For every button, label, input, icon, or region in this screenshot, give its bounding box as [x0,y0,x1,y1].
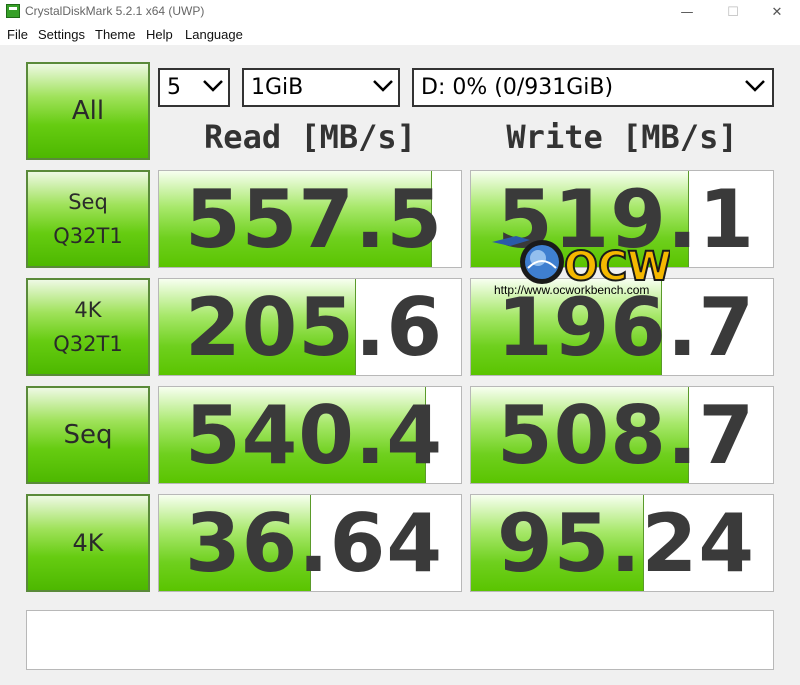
test-button-4k-q32t1[interactable]: 4K Q32T1 [26,278,150,376]
read-result-seq-q32t1: 557.5 [158,170,462,268]
comment-field[interactable] [26,610,774,670]
size-select-value: 1GiB [251,75,304,100]
read-value: 540.4 [184,389,443,482]
all-button-label: All [71,96,105,126]
title-bar: CrystalDiskMark 5.2.1 x64 (UWP) — ☐ ✕ [0,0,800,24]
test-label-line2: Q32T1 [53,224,123,248]
test-label-line1: Seq [63,420,113,450]
write-value: 95.24 [496,497,755,590]
app-icon [6,4,20,18]
drive-select[interactable]: D: 0% (0/931GiB) [412,68,774,107]
all-button[interactable]: All [26,62,150,160]
read-result-4k-q32t1: 205.6 [158,278,462,376]
count-select-value: 5 [167,75,181,100]
test-button-4k[interactable]: 4K [26,494,150,592]
menu-bar: File Settings Theme Help Language [0,24,800,44]
chevron-down-icon [745,80,765,92]
read-result-4k: 36.64 [158,494,462,592]
menu-language[interactable]: Language [185,27,243,42]
count-select[interactable]: 5 [158,68,230,107]
chevron-down-icon [203,80,223,92]
write-value: 508.7 [496,389,755,482]
test-button-seq-q32t1[interactable]: Seq Q32T1 [26,170,150,268]
drive-select-value: D: 0% (0/931GiB) [421,75,614,100]
watermark-url: http://www.ocworkbench.com [494,283,650,297]
read-value: 36.64 [184,497,443,590]
test-label-line1: Seq [68,190,108,214]
test-label-line2: Q32T1 [53,332,123,356]
menu-theme[interactable]: Theme [95,27,135,42]
write-result-4k: 95.24 [470,494,774,592]
test-label-line1: 4K [74,298,102,322]
read-header: Read [MB/s] [204,118,416,156]
write-header: Write [MB/s] [506,118,738,156]
window-title: CrystalDiskMark 5.2.1 x64 (UWP) [25,4,205,18]
read-value: 557.5 [184,173,443,266]
write-result-seq: 508.7 [470,386,774,484]
read-value: 205.6 [184,281,443,374]
menu-help[interactable]: Help [146,27,173,42]
test-button-seq[interactable]: Seq [26,386,150,484]
chevron-down-icon [373,80,393,92]
minimize-button[interactable]: — [664,0,710,24]
close-button[interactable]: ✕ [754,0,800,24]
maximize-button[interactable]: ☐ [710,0,756,24]
read-result-seq: 540.4 [158,386,462,484]
menu-file[interactable]: File [7,27,28,42]
size-select[interactable]: 1GiB [242,68,400,107]
menu-settings[interactable]: Settings [38,27,85,42]
test-label-line1: 4K [72,529,104,557]
